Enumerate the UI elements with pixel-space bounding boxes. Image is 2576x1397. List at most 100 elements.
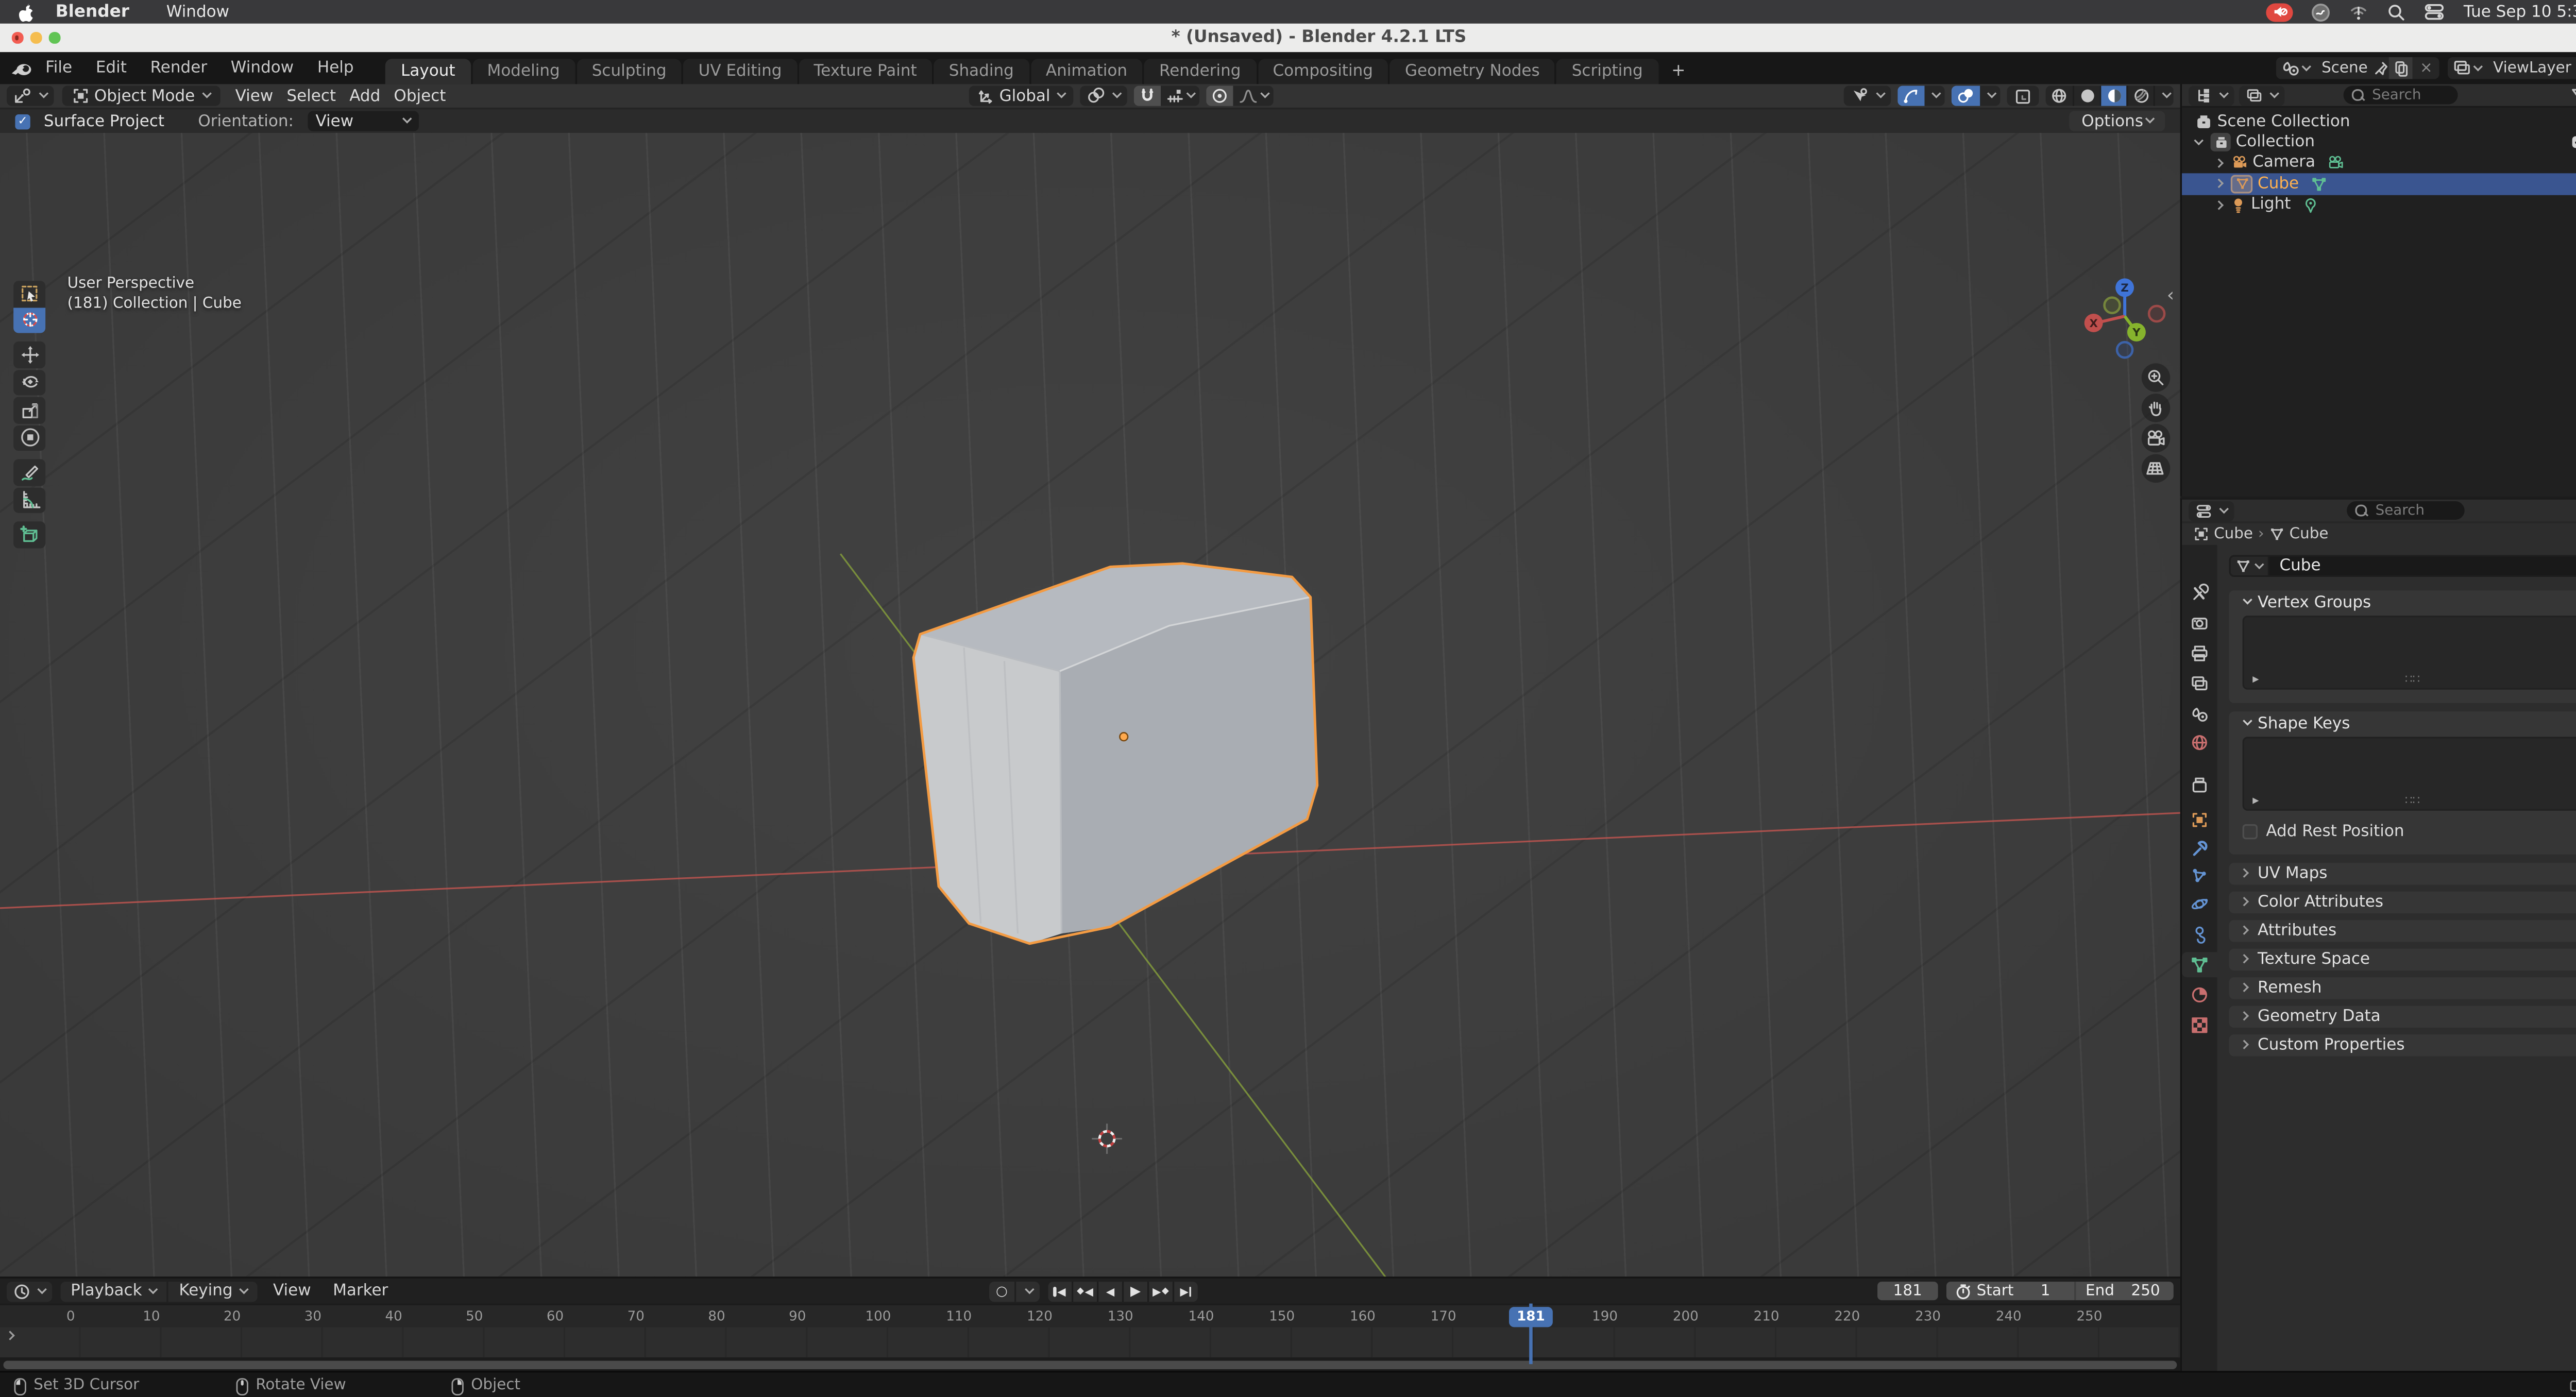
- pivot-point-selector[interactable]: [1080, 86, 1127, 106]
- viewport-menu[interactable]: View: [229, 87, 280, 105]
- vertex-groups-panel-header[interactable]: Vertex Groups ∷∷: [2229, 590, 2576, 614]
- object-visibility-selector[interactable]: [1844, 86, 1891, 106]
- jump-to-end-button[interactable]: ▶: [1174, 1281, 1198, 1301]
- vertex-groups-list[interactable]: ▸ ∷∷: [2243, 616, 2576, 690]
- tab-modifiers[interactable]: [2182, 836, 2217, 861]
- topbar-menu[interactable]: Window: [219, 59, 306, 77]
- collection-exclude-checkbox[interactable]: ✓: [2571, 136, 2576, 148]
- tab-viewlayer[interactable]: [2182, 671, 2217, 696]
- menubar-menu-window[interactable]: Window: [155, 3, 241, 21]
- outliner-search-input[interactable]: [2369, 85, 2450, 105]
- outliner-row-collection[interactable]: Collection ✓: [2182, 132, 2576, 152]
- proportional-falloff-button[interactable]: [1233, 86, 1274, 106]
- shape-keys-list[interactable]: ▸ ∷∷: [2243, 737, 2576, 811]
- proportional-edit-toggle[interactable]: [1207, 86, 1233, 106]
- tab-tool[interactable]: [2182, 581, 2217, 606]
- viewport-menu[interactable]: Object: [387, 87, 452, 105]
- snap-settings-button[interactable]: [1161, 86, 1200, 106]
- timeline-track-area[interactable]: [0, 1327, 2180, 1357]
- next-keyframe-button[interactable]: ▶◆: [1149, 1281, 1173, 1301]
- add-rest-position-checkbox[interactable]: [2243, 824, 2258, 839]
- topbar-menu[interactable]: Edit: [84, 59, 139, 77]
- outliner-row-scene-collection[interactable]: Scene Collection: [2182, 111, 2576, 132]
- jump-to-start-button[interactable]: ◀: [1048, 1281, 1072, 1301]
- show-overlays-toggle[interactable]: [1952, 86, 1980, 106]
- tool-options-dropdown[interactable]: Options: [2070, 111, 2165, 131]
- mode-selector[interactable]: Object Mode: [62, 86, 220, 106]
- play-button[interactable]: ▶: [1124, 1281, 1147, 1301]
- topbar-menu[interactable]: Render: [139, 59, 219, 77]
- mute-status-icon[interactable]: [2267, 3, 2294, 21]
- viewlayer-browse-button[interactable]: [2448, 57, 2486, 79]
- tool-scale[interactable]: [13, 397, 45, 423]
- creative-cloud-icon[interactable]: [2312, 3, 2331, 21]
- collapsed-panel[interactable]: Custom Properties ∷∷: [2229, 1034, 2576, 1055]
- expand-chevron-icon[interactable]: [2214, 200, 2224, 209]
- tab-material[interactable]: [2182, 982, 2217, 1008]
- channels-expand-arrow[interactable]: [5, 1331, 14, 1340]
- tab-object[interactable]: [2182, 807, 2217, 832]
- expand-chevron-icon[interactable]: [2214, 179, 2224, 189]
- viewlayer-name[interactable]: ViewLayer: [2486, 60, 2576, 77]
- tab-collection[interactable]: [2182, 772, 2217, 797]
- properties-search[interactable]: [2347, 501, 2465, 520]
- editor-type-selector[interactable]: [7, 86, 54, 106]
- keying-menu[interactable]: Keying: [167, 1281, 258, 1301]
- play-reverse-button[interactable]: ◀: [1098, 1281, 1122, 1301]
- shading-settings-button[interactable]: [2154, 86, 2174, 106]
- topbar-menu[interactable]: File: [33, 59, 84, 77]
- current-frame-marker[interactable]: 181: [1509, 1307, 1553, 1326]
- collapsed-panel[interactable]: Texture Space ∷∷: [2229, 949, 2576, 970]
- expand-chevron-icon[interactable]: [2214, 158, 2224, 167]
- collapsed-panel[interactable]: Geometry Data ∷∷: [2229, 1006, 2576, 1027]
- workspace-tab[interactable]: Sculpting: [577, 59, 682, 84]
- cube-object[interactable]: [900, 550, 1331, 954]
- list-resize-handle[interactable]: ∷∷: [2405, 794, 2420, 807]
- collapsed-panel[interactable]: Attributes ∷∷: [2229, 920, 2576, 941]
- navigation-gizmo[interactable]: Z X Y: [2081, 272, 2175, 367]
- workspace-tab[interactable]: Texture Paint: [799, 59, 932, 84]
- viewport-3d[interactable]: User Perspective (181) Collection | Cube…: [0, 133, 2180, 1276]
- previous-keyframe-button[interactable]: ◆◀: [1073, 1281, 1097, 1301]
- blender-logo-icon[interactable]: [10, 58, 34, 78]
- scene-name[interactable]: Scene: [2315, 60, 2375, 77]
- gizmo-settings-button[interactable]: [1925, 86, 1945, 106]
- start-frame-value[interactable]: 1: [2041, 1283, 2064, 1300]
- menubar-app-name[interactable]: Blender: [56, 3, 129, 21]
- breadcrumb-object[interactable]: Cube: [2214, 525, 2253, 542]
- tool-measure[interactable]: [13, 487, 45, 513]
- overlays-settings-button[interactable]: [1980, 86, 2000, 106]
- properties-search-input[interactable]: [2372, 500, 2456, 520]
- tab-object-data[interactable]: [2182, 952, 2217, 977]
- control-center-icon[interactable]: [2425, 4, 2445, 21]
- workspace-tab[interactable]: Rendering: [1144, 59, 1256, 84]
- outliner-filter-button[interactable]: [2570, 87, 2576, 104]
- breadcrumb-data[interactable]: Cube: [2290, 525, 2329, 542]
- tab-render[interactable]: [2182, 610, 2217, 636]
- topbar-menu[interactable]: Help: [306, 59, 365, 77]
- datablock-name-input[interactable]: [2269, 555, 2576, 577]
- apple-icon[interactable]: [17, 2, 36, 22]
- scene-unlink-button[interactable]: ×: [2413, 60, 2439, 77]
- tool-select-box[interactable]: [13, 281, 45, 307]
- collapsed-panel[interactable]: Color Attributes ∷∷: [2229, 892, 2576, 913]
- show-gizmo-toggle[interactable]: [1897, 86, 1924, 106]
- list-expand-icon[interactable]: ▸: [2252, 671, 2259, 686]
- transform-orientation-selector[interactable]: Global: [969, 86, 1074, 106]
- autokey-toggle[interactable]: ○: [989, 1281, 1014, 1301]
- scene-browse-button[interactable]: [2276, 57, 2315, 79]
- snap-toggle-button[interactable]: [1134, 86, 1161, 106]
- tool-orientation-dropdown[interactable]: View: [307, 111, 418, 131]
- timeline-editor-type-button[interactable]: [7, 1281, 52, 1301]
- timeline-view-menu[interactable]: View: [266, 1282, 318, 1300]
- workspace-tab[interactable]: Geometry Nodes: [1390, 59, 1555, 84]
- scene-copy-button[interactable]: [2389, 57, 2413, 79]
- shape-keys-panel-header[interactable]: Shape Keys ∷∷: [2229, 711, 2576, 735]
- outliner-row-light[interactable]: Light: [2182, 194, 2576, 215]
- list-resize-handle[interactable]: ∷∷: [2405, 673, 2420, 686]
- collapse-chevron-icon[interactable]: [2194, 135, 2204, 144]
- tab-world[interactable]: [2182, 730, 2217, 755]
- tool-cursor[interactable]: [13, 307, 45, 333]
- outliner-row-camera[interactable]: Camera: [2182, 152, 2576, 173]
- workspace-tab[interactable]: Animation: [1030, 59, 1142, 84]
